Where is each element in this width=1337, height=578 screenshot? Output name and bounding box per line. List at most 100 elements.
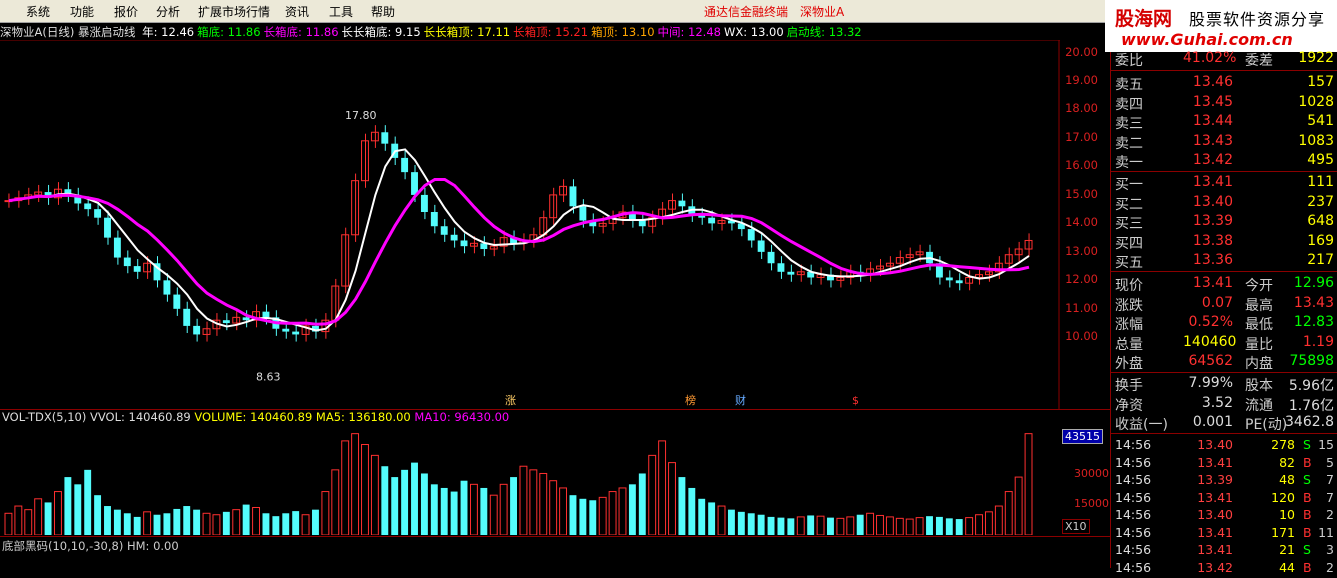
ma10-value: MA10: 96430.00 bbox=[414, 410, 510, 424]
volume-bar bbox=[569, 495, 577, 535]
candle-body bbox=[489, 245, 498, 250]
row-price: 13.42 bbox=[1192, 152, 1233, 168]
volume-bar bbox=[361, 444, 369, 535]
tick-count: 3 bbox=[1326, 542, 1334, 557]
quote-divider bbox=[1111, 70, 1337, 71]
volume-bar bbox=[757, 514, 765, 535]
candle-body bbox=[381, 132, 389, 144]
candle-body bbox=[361, 140, 369, 182]
panel-divider bbox=[0, 536, 1110, 537]
volume-bar bbox=[123, 513, 131, 535]
candle-body bbox=[94, 209, 102, 218]
price-tick: 14.00 bbox=[1065, 215, 1098, 230]
volume-bar bbox=[450, 491, 458, 535]
logo-url: www.Guhai.com.cn bbox=[1121, 30, 1293, 49]
bid-level-row: 买二 13.40 237 bbox=[1111, 194, 1337, 213]
tick-price: 13.39 bbox=[1197, 472, 1233, 487]
menu-item-2[interactable]: 报价 bbox=[114, 3, 138, 20]
order-ratio-row: 委比 41.02% 1922 委差 bbox=[1111, 50, 1337, 69]
candle-body bbox=[401, 157, 409, 173]
stat-row: 涨跌 0.07 13.43 最高 bbox=[1111, 295, 1337, 314]
volume-bar bbox=[816, 515, 825, 535]
tick-price: 13.41 bbox=[1197, 454, 1233, 470]
volume-bar bbox=[54, 491, 62, 535]
candle-body bbox=[292, 331, 300, 335]
row-price: 13.40 bbox=[1192, 193, 1233, 210]
row-price: 13.46 bbox=[1192, 74, 1233, 90]
volume-bar bbox=[153, 514, 161, 535]
price-tick: 15.00 bbox=[1065, 186, 1098, 201]
tick-price: 13.42 bbox=[1197, 559, 1233, 575]
volume-bar bbox=[272, 516, 280, 535]
row-label: 外盘 bbox=[1115, 356, 1143, 372]
volume-bar bbox=[975, 514, 983, 535]
info-field-0: 年: 12.46 bbox=[142, 25, 195, 39]
row-label: 卖一 bbox=[1115, 155, 1143, 171]
menu-item-0[interactable]: 系统 bbox=[26, 3, 50, 20]
volume-bar bbox=[64, 477, 72, 535]
candle-body bbox=[757, 240, 765, 252]
tick-time: 14:56 bbox=[1115, 524, 1152, 540]
volume-bar bbox=[163, 513, 171, 535]
volume-bar bbox=[688, 487, 696, 535]
tick-time: 14:56 bbox=[1115, 437, 1152, 452]
menu-item-3[interactable]: 分析 bbox=[156, 3, 180, 20]
price-tick: 20.00 bbox=[1065, 44, 1098, 59]
price-tick: 19.00 bbox=[1065, 73, 1098, 88]
stat-label-2: 最低 bbox=[1245, 317, 1273, 333]
candle-body bbox=[767, 251, 775, 264]
order-diff-label: 委差 bbox=[1245, 53, 1273, 69]
row-price: 7.99% bbox=[1188, 375, 1233, 391]
tick-price: 13.41 bbox=[1197, 542, 1233, 557]
tick-count: 5 bbox=[1326, 454, 1334, 470]
quote-divider bbox=[1111, 171, 1337, 172]
volume-unit: X10 bbox=[1062, 519, 1090, 534]
terminal-title: 通达信金融终端 bbox=[704, 5, 789, 19]
tick-row: 14:56 13.41 82 B 5 bbox=[1111, 455, 1337, 473]
volume-bar bbox=[212, 514, 221, 535]
row-volume: 75898 bbox=[1289, 353, 1334, 369]
row-volume: 1083 bbox=[1298, 132, 1334, 149]
info-field-2: 长箱底: 11.86 bbox=[263, 25, 339, 39]
volume-bar bbox=[846, 516, 855, 535]
volume-bar bbox=[618, 487, 627, 535]
volume-bar bbox=[44, 502, 52, 535]
row-label: 净资 bbox=[1115, 397, 1143, 414]
candle-body bbox=[222, 320, 230, 324]
volume-title-bar: VOL-TDX(5,10) VVOL: 140460.89 VOLUME: 14… bbox=[2, 410, 509, 424]
menu-item-7[interactable]: 帮助 bbox=[371, 3, 395, 20]
menu-item-4[interactable]: 扩展市场行情 bbox=[198, 3, 270, 20]
menu-item-6[interactable]: 工具 bbox=[329, 3, 353, 20]
tick-price: 13.40 bbox=[1197, 507, 1233, 522]
menu-item-5[interactable]: 资讯 bbox=[285, 3, 309, 20]
row-price: 13.38 bbox=[1192, 232, 1233, 249]
volume-bar bbox=[391, 477, 399, 535]
volume-bar bbox=[767, 516, 775, 535]
row-price: 13.41 bbox=[1192, 174, 1233, 190]
row-label: 买一 bbox=[1115, 177, 1143, 193]
volume-bar bbox=[1014, 476, 1023, 535]
tick-side: B bbox=[1303, 507, 1312, 522]
candle-body bbox=[638, 220, 646, 227]
candle-body bbox=[430, 212, 438, 227]
volume-bar bbox=[252, 506, 261, 535]
volume-chart[interactable] bbox=[0, 425, 1060, 535]
menu-item-1[interactable]: 功能 bbox=[70, 3, 94, 20]
price-tick: 12.00 bbox=[1065, 272, 1098, 287]
volume-bar bbox=[796, 516, 805, 535]
bottom-indicator-name: 底部黑码(10,10,-30,8) bbox=[2, 539, 124, 553]
volume-bar bbox=[529, 469, 538, 535]
row-price: 0.07 bbox=[1201, 294, 1233, 311]
volume-bar bbox=[994, 505, 1003, 535]
volume-bar bbox=[14, 505, 23, 535]
volume-bar bbox=[905, 518, 914, 535]
tick-side: B bbox=[1303, 454, 1312, 470]
tick-count: 11 bbox=[1318, 524, 1334, 540]
row-price: 13.39 bbox=[1192, 213, 1233, 229]
row-price: 3.52 bbox=[1201, 394, 1233, 411]
row-label: 卖二 bbox=[1115, 135, 1143, 152]
candle-body bbox=[450, 234, 458, 241]
candlestick-chart[interactable]: 17.80 8.63 涨 榜 财 $ bbox=[0, 40, 1060, 410]
volume-value: VOLUME: 140460.89 bbox=[194, 410, 313, 424]
volume-bar bbox=[440, 487, 448, 535]
